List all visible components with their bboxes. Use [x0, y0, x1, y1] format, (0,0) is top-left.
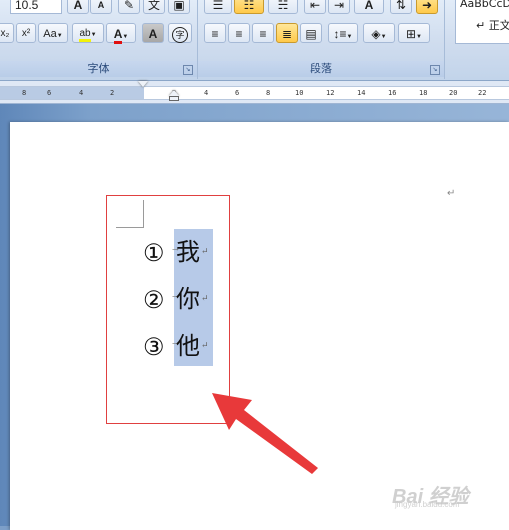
watermark-subtext: jingyan.baidu.com [395, 500, 460, 509]
watermark: Bai 经验 jingyan.baidu.com [392, 478, 504, 509]
arrow-shape [212, 393, 318, 474]
pointer-arrow [212, 393, 318, 474]
